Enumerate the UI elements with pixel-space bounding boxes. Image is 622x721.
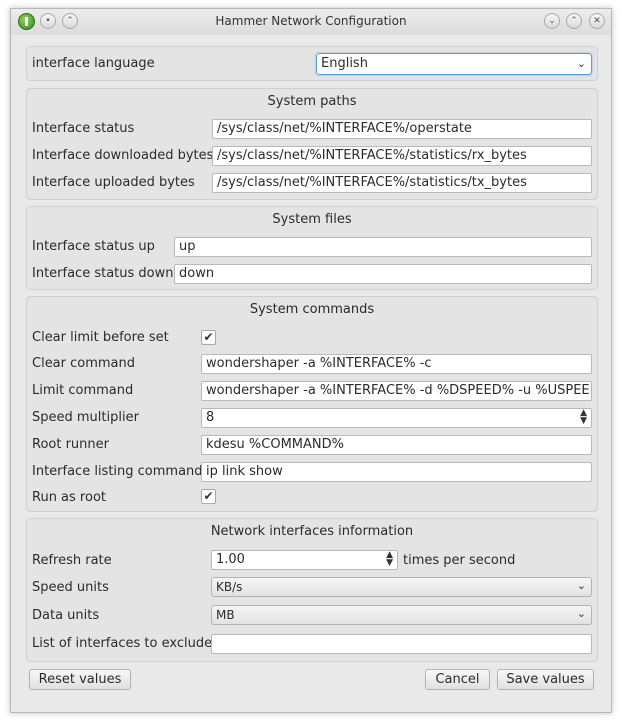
system-files-title: System files [272, 212, 352, 227]
listing-command-field[interactable]: ip link show [201, 462, 592, 482]
chevron-down-icon: ⌄ [576, 57, 586, 70]
language-value: English [321, 56, 368, 71]
system-paths-group: System paths Interface status /sys/class… [26, 88, 598, 200]
interface-status-label: Interface status [32, 121, 135, 136]
speed-multiplier-label: Speed multiplier [32, 410, 139, 425]
system-paths-title: System paths [267, 94, 357, 109]
refresh-rate-value: 1.00 [216, 552, 245, 567]
data-units-select[interactable]: MB ⌄ [211, 605, 592, 625]
speed-units-label: Speed units [32, 580, 109, 595]
spin-arrows-icon[interactable]: ▲ ▼ [580, 409, 587, 426]
shade-icon[interactable]: ⌄ [544, 13, 560, 29]
save-values-button[interactable]: Save values [497, 669, 594, 690]
status-down-label: Interface status down [32, 266, 174, 281]
listing-command-label: Interface listing command [32, 464, 203, 479]
clear-limit-checkbox[interactable]: ✔ [201, 330, 216, 345]
limit-command-label: Limit command [32, 383, 134, 398]
network-info-group: Network interfaces information Refresh r… [26, 518, 598, 662]
data-units-value: MB [216, 608, 235, 622]
uploaded-bytes-label: Interface uploaded bytes [32, 175, 195, 190]
speed-multiplier-spinbox[interactable]: 8 ▲ ▼ [201, 408, 592, 428]
speed-units-select[interactable]: KB/s ⌄ [211, 577, 592, 597]
speed-units-value: KB/s [216, 580, 243, 594]
uploaded-bytes-field[interactable]: /sys/class/net/%INTERFACE%/statistics/tx… [212, 173, 592, 193]
clear-limit-label: Clear limit before set [32, 330, 169, 345]
exclude-label: List of interfaces to exclude [32, 636, 213, 651]
language-group: interface language English ⌄ [26, 46, 598, 81]
refresh-rate-suffix: times per second [403, 553, 516, 568]
status-up-field[interactable]: up [174, 237, 592, 257]
downloaded-bytes-label: Interface downloaded bytes [32, 148, 214, 163]
root-runner-label: Root runner [32, 437, 109, 452]
network-info-title: Network interfaces information [210, 524, 414, 539]
speed-multiplier-value: 8 [206, 410, 215, 425]
refresh-rate-label: Refresh rate [32, 553, 112, 568]
clear-command-field[interactable]: wondershaper -a %INTERFACE% -c [201, 354, 592, 374]
close-icon[interactable]: ✕ [589, 13, 605, 29]
maximize-icon[interactable]: ⌃ [566, 13, 582, 29]
system-files-group: System files Interface status up up Inte… [26, 206, 598, 290]
limit-command-field[interactable]: wondershaper -a %INTERFACE% -d %DSPEED% … [201, 381, 592, 401]
chevron-down-icon: ⌄ [576, 579, 586, 592]
reset-values-button[interactable]: Reset values [29, 669, 131, 690]
root-runner-field[interactable]: kdesu %COMMAND% [201, 435, 592, 455]
run-as-root-checkbox[interactable]: ✔ [201, 489, 216, 504]
language-select[interactable]: English ⌄ [316, 53, 592, 75]
spin-arrows-icon[interactable]: ▲ ▼ [386, 551, 393, 568]
clear-command-label: Clear command [32, 356, 136, 371]
chevron-down-icon: ⌄ [576, 607, 586, 620]
system-commands-title: System commands [249, 302, 375, 317]
status-up-label: Interface status up [32, 239, 155, 254]
refresh-rate-spinbox[interactable]: 1.00 ▲ ▼ [211, 550, 398, 570]
title-bar: • ⌃ Hammer Network Configuration ⌄ ⌃ ✕ [11, 9, 611, 35]
cancel-button[interactable]: Cancel [425, 669, 490, 690]
downloaded-bytes-field[interactable]: /sys/class/net/%INTERFACE%/statistics/rx… [212, 146, 592, 166]
data-units-label: Data units [32, 608, 100, 623]
window-title: Hammer Network Configuration [215, 14, 407, 28]
status-down-field[interactable]: down [174, 264, 592, 284]
run-as-root-label: Run as root [32, 490, 106, 505]
exclude-field[interactable] [211, 634, 592, 654]
language-label: interface language [32, 56, 155, 71]
system-commands-group: System commands Clear limit before set ✔… [26, 296, 598, 512]
interface-status-field[interactable]: /sys/class/net/%INTERFACE%/operstate [212, 119, 592, 139]
config-window: • ⌃ Hammer Network Configuration ⌄ ⌃ ✕ i… [10, 8, 612, 713]
